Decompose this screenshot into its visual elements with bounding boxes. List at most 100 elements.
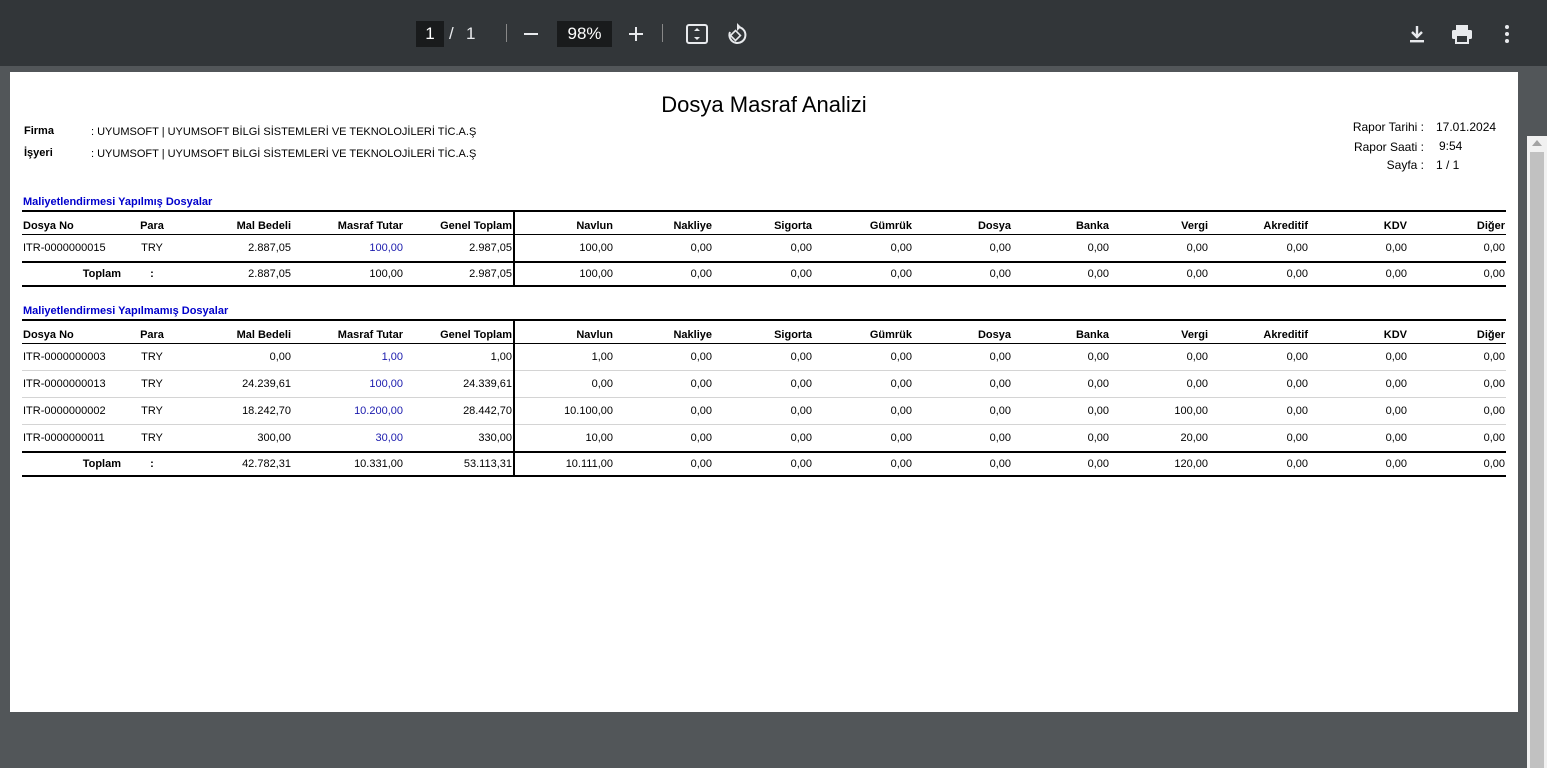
column-header: Diğer <box>1408 210 1506 235</box>
zoom-input[interactable]: 98% <box>557 21 612 47</box>
table-cell: 0,00 <box>1110 343 1209 371</box>
column-header: Para <box>122 319 182 344</box>
rotate-icon <box>728 23 747 44</box>
table-header-row: Dosya No Para Mal Bedeli Masraf Tutar Genel … <box>22 319 1506 344</box>
isyeri-value: : UYUMSOFT | UYUMSOFT BİLGİ SİSTEMLERİ V… <box>91 148 477 160</box>
column-header: Banka <box>1012 319 1110 344</box>
total-cell: 0,00 <box>1110 261 1209 287</box>
table-cell: 100,00 <box>1110 397 1209 425</box>
table-cell: TRY <box>122 234 182 263</box>
table-cell: 0,00 <box>713 370 813 398</box>
masraf-tutar-link[interactable]: 10.200,00 <box>292 397 404 425</box>
sayfa-value: 1 / 1 <box>1436 158 1460 172</box>
toolbar-divider <box>506 24 507 42</box>
column-header: Dosya <box>913 319 1012 344</box>
zoom-out-button[interactable] <box>515 18 547 50</box>
table-row: ITR-0000000011 TRY 300,00 30,00 330,00 10,00 0… <box>22 424 1506 453</box>
column-header: Gümrük <box>813 210 913 235</box>
firma-value: : UYUMSOFT | UYUMSOFT BİLGİ SİSTEMLERİ V… <box>91 126 477 138</box>
total-cell: 42.782,31 <box>182 451 292 477</box>
total-cell: 2.887,05 <box>182 261 292 287</box>
table-cell: ITR-0000000002 <box>22 397 122 425</box>
total-cell: 0,00 <box>813 451 913 477</box>
masraf-tutar-link[interactable]: 1,00 <box>292 343 404 371</box>
total-cell: 0,00 <box>713 451 813 477</box>
document-viewer: Dosya Masraf Analizi Firma : UYUMSOFT | … <box>0 66 1547 768</box>
column-header: Mal Bedeli <box>182 319 292 344</box>
more-vert-icon <box>1505 25 1509 43</box>
table-cell: 0,00 <box>1309 424 1408 453</box>
table-cell: 28.442,70 <box>404 397 515 425</box>
scroll-thumb[interactable] <box>1530 152 1544 768</box>
table-cell: 0,00 <box>1012 370 1110 398</box>
table-cell: ITR-0000000015 <box>22 234 122 263</box>
table-cell: 0,00 <box>1012 397 1110 425</box>
vertical-scrollbar[interactable] <box>1527 136 1547 768</box>
column-header: KDV <box>1309 319 1408 344</box>
minus-icon <box>524 33 538 35</box>
download-button[interactable] <box>1401 18 1433 50</box>
total-cell: 0,00 <box>1309 261 1408 287</box>
column-header: Nakliye <box>614 319 713 344</box>
rotate-button[interactable] <box>721 18 753 50</box>
column-header: Mal Bedeli <box>182 210 292 235</box>
section-title-costed: Maliyetlendirmesi Yapılmış Dosyalar <box>23 196 213 208</box>
table-cell: 0,00 <box>1012 234 1110 263</box>
table-cell: ITR-0000000011 <box>22 424 122 453</box>
total-cell: 0,00 <box>1012 451 1110 477</box>
table-cell: 0,00 <box>1408 370 1506 398</box>
table-cell: 0,00 <box>614 234 713 263</box>
fit-page-button[interactable] <box>681 18 713 50</box>
masraf-tutar-link[interactable]: 100,00 <box>292 370 404 398</box>
table-cell: 10.100,00 <box>514 397 614 425</box>
costed-files-table: Dosya No Para Mal Bedeli Masraf Tutar Genel … <box>22 210 1506 287</box>
table-cell: 0,00 <box>713 234 813 263</box>
column-header: Navlun <box>514 210 614 235</box>
table-cell: 0,00 <box>1209 234 1309 263</box>
total-cell: 100,00 <box>514 261 614 287</box>
table-cell: 2.987,05 <box>404 234 515 263</box>
table-cell: 100,00 <box>514 234 614 263</box>
table-cell: 300,00 <box>182 424 292 453</box>
table-cell: 0,00 <box>813 370 913 398</box>
column-header: Para <box>122 210 182 235</box>
table-cell: 24.239,61 <box>182 370 292 398</box>
column-header: Dosya No <box>22 319 122 344</box>
print-icon <box>1452 25 1472 44</box>
table-cell: 0,00 <box>1209 424 1309 453</box>
masraf-tutar-link[interactable]: 30,00 <box>292 424 404 453</box>
table-cell: 0,00 <box>713 424 813 453</box>
column-header: Genel Toplam <box>404 319 515 344</box>
print-button[interactable] <box>1446 18 1478 50</box>
total-cell: 53.113,31 <box>404 451 515 477</box>
table-cell: 0,00 <box>1110 370 1209 398</box>
column-header: Akreditif <box>1209 210 1309 235</box>
more-options-button[interactable] <box>1491 18 1523 50</box>
masraf-tutar-link[interactable]: 100,00 <box>292 234 404 263</box>
table-cell: 0,00 <box>1309 234 1408 263</box>
table-row: ITR-0000000015 TRY 2.887,05 100,00 2.987,05 1… <box>22 234 1506 263</box>
column-header: Vergi <box>1110 210 1209 235</box>
table-cell: 0,00 <box>1110 234 1209 263</box>
total-cell: 0,00 <box>713 261 813 287</box>
table-cell: 0,00 <box>813 397 913 425</box>
column-header: Sigorta <box>713 210 813 235</box>
total-cell: 0,00 <box>913 261 1012 287</box>
table-cell: 0,00 <box>813 343 913 371</box>
page-number-input[interactable]: 1 <box>416 21 444 47</box>
table-cell: 0,00 <box>1309 397 1408 425</box>
scroll-up-arrow[interactable] <box>1532 140 1542 146</box>
column-header: Sigorta <box>713 319 813 344</box>
table-header-row: Dosya No Para Mal Bedeli Masraf Tutar Genel … <box>22 210 1506 235</box>
table-cell: ITR-0000000013 <box>22 370 122 398</box>
table-cell: 0,00 <box>614 397 713 425</box>
uncosted-files-table: Dosya No Para Mal Bedeli Masraf Tutar Genel … <box>22 319 1506 477</box>
column-header: Nakliye <box>614 210 713 235</box>
total-cell: 10.331,00 <box>292 451 404 477</box>
column-header: Dosya <box>913 210 1012 235</box>
total-cell: 120,00 <box>1110 451 1209 477</box>
total-cell: 0,00 <box>1309 451 1408 477</box>
zoom-in-button[interactable] <box>620 18 652 50</box>
report-title: Dosya Masraf Analizi <box>661 92 867 117</box>
total-cell: 0,00 <box>1012 261 1110 287</box>
